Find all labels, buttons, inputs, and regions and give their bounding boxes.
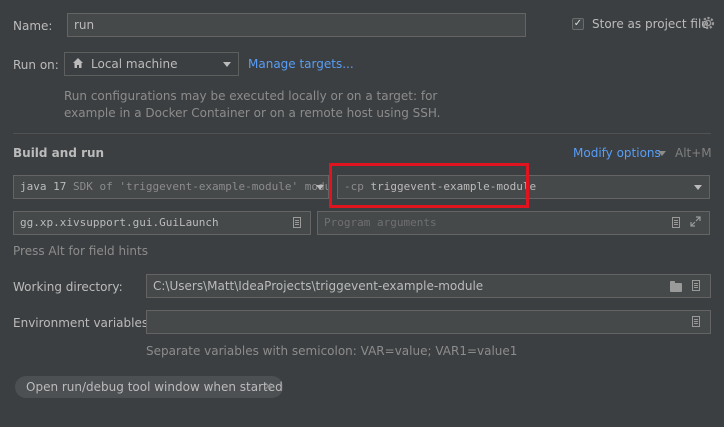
modify-options-label: Modify options [573,146,661,160]
program-arguments-document-icon[interactable] [672,217,680,228]
home-icon [72,57,84,69]
folder-icon[interactable] [670,281,682,292]
close-icon[interactable]: ✕ [264,376,273,398]
modify-options-chevron-icon [658,151,666,156]
manage-targets-link[interactable]: Manage targets... [248,57,354,71]
jdk-version: java 17 [20,180,67,193]
modify-options-link[interactable]: Modify options [573,146,661,160]
field-hint-text: Press Alt for field hints [13,244,148,258]
run-on-value: Local machine [91,57,178,71]
main-class-input[interactable]: gg.xp.xivsupport.gui.GuiLaunch [13,211,311,235]
document-icon[interactable] [293,217,301,228]
name-input[interactable]: run [67,13,526,37]
expand-icon[interactable] [690,216,701,227]
jdk-select[interactable]: java 17 SDK of 'triggevent-example-modul… [13,175,329,199]
run-on-hint-line2: example in a Docker Container or on a re… [64,106,441,120]
highlight-box [329,163,529,208]
store-as-project-file-checkbox[interactable]: ✓ [572,18,584,30]
run-on-select[interactable]: Local machine [64,52,239,76]
environment-variables-label: Environment variables: [13,316,153,330]
modify-options-shortcut: Alt+M [675,146,712,160]
jdk-description: SDK of 'triggevent-example-module' modul [72,180,329,193]
chevron-down-icon [223,62,231,67]
jdk-chevron-icon [316,185,324,190]
store-as-project-file-label: Store as project file [592,17,709,31]
run-on-hint-line1: Run configurations may be executed local… [64,89,438,103]
open-tool-window-label: Open run/debug tool window when started [26,380,283,394]
working-directory-document-icon[interactable] [692,280,700,291]
section-divider [13,133,711,134]
name-label: Name: [13,19,53,33]
working-directory-input[interactable]: C:\Users\Matt\IdeaProjects\triggevent-ex… [146,274,711,298]
open-tool-window-chip[interactable]: Open run/debug tool window when started … [15,376,283,398]
environment-variables-input[interactable] [146,310,711,334]
working-directory-label: Working directory: [13,280,123,294]
gear-icon[interactable] [700,15,716,31]
program-arguments-input[interactable]: Program arguments [317,211,710,235]
environment-variables-hint: Separate variables with semicolon: VAR=v… [146,344,518,358]
check-icon: ✓ [573,18,583,29]
run-on-label: Run on: [13,58,59,72]
environment-variables-document-icon[interactable] [692,316,700,327]
classpath-chevron-icon [694,185,702,190]
build-and-run-title: Build and run [13,146,105,160]
